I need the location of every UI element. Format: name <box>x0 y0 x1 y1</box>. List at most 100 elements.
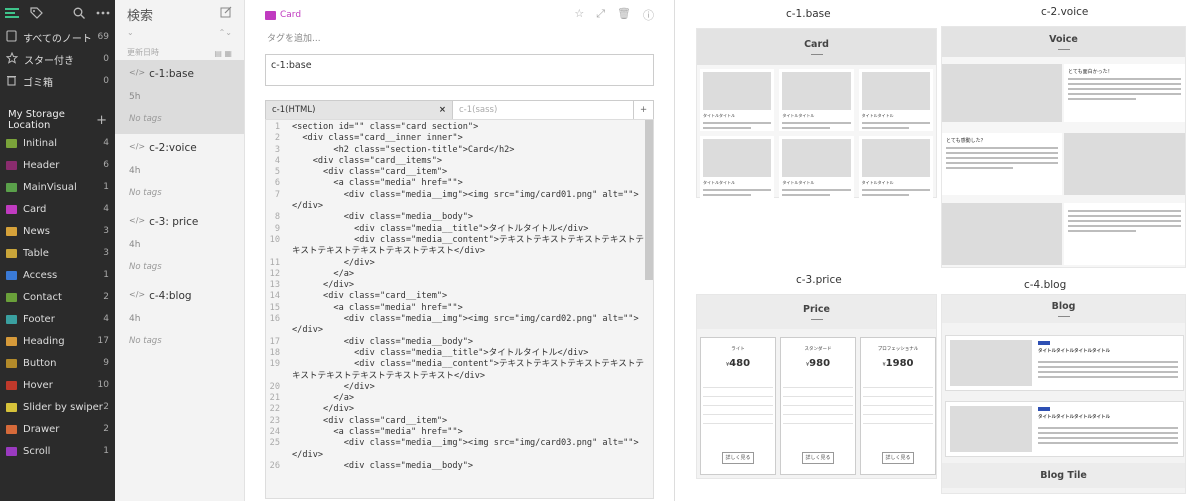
close-icon[interactable]: × <box>439 105 446 115</box>
folder-item[interactable]: Footer 4 <box>0 308 115 330</box>
card-item[interactable]: タイトルタイトル <box>779 69 854 131</box>
code-scrollbar[interactable] <box>645 120 653 280</box>
folder-item[interactable]: News 3 <box>0 220 115 242</box>
tab-sass[interactable]: c-1(sass) <box>453 101 633 119</box>
folder-label: Heading <box>23 335 65 347</box>
note-item[interactable]: </> c-3: price 4h No tags <box>115 208 244 282</box>
new-note-icon[interactable] <box>220 6 232 22</box>
card-item[interactable]: タイトルタイトル <box>779 136 854 198</box>
plan-detail-button[interactable]: 詳しく見る <box>802 452 834 464</box>
tag-input[interactable]: タグを追加... <box>245 30 674 48</box>
search-label[interactable]: 検索 <box>127 5 153 24</box>
folder-item[interactable]: Card 4 <box>0 198 115 220</box>
folder-item[interactable]: Access 1 <box>0 264 115 286</box>
sort-label[interactable]: 更新日時 <box>127 47 159 58</box>
voice-text-3 <box>1064 203 1185 265</box>
code-line: 18 <div class="media__title">タイトルタイトル</d… <box>266 348 653 359</box>
tab-sass-label: c-1(sass) <box>459 105 498 115</box>
folder-item[interactable]: Table 3 <box>0 242 115 264</box>
blog-image-1 <box>950 340 1032 386</box>
code-text: </div> <box>292 325 324 336</box>
folder-item[interactable]: Heading 17 <box>0 330 115 352</box>
code-text: <div class="media__content">テキストテキストテキスト… <box>292 234 645 245</box>
tab-html[interactable]: c-1(HTML) × <box>266 101 453 119</box>
folder-item[interactable]: Initinal 4 <box>0 132 115 154</box>
line-number: 3 <box>274 144 280 155</box>
note-title: c-1:base <box>149 68 194 80</box>
note-item[interactable]: </> c-4:blog 4h No tags <box>115 282 244 356</box>
trash-icon <box>6 74 17 89</box>
chevron-down-icon[interactable]: ⌄ <box>127 28 134 38</box>
code-line: 25 <div class="media__img"><img src="img… <box>266 438 653 449</box>
card-item-title: タイトルタイトル <box>782 180 815 185</box>
tag-icon[interactable] <box>28 5 44 21</box>
folder-item[interactable]: Button 9 <box>0 352 115 374</box>
folder-item[interactable]: Slider by swiper 2 <box>0 396 115 418</box>
plan-feature-row <box>863 388 933 397</box>
code-line: 21 </a> <box>266 393 653 404</box>
code-editor[interactable]: 1 <section id="" class="card section"> 2 <… <box>265 119 654 499</box>
sidebar-nav-item[interactable]: ゴミ箱 0 <box>0 70 115 92</box>
fullscreen-icon[interactable]: ⤢ <box>596 7 605 23</box>
note-item[interactable]: </> c-2:voice 4h No tags <box>115 134 244 208</box>
code-line: 22 </div> <box>266 404 653 415</box>
note-tags: No tags <box>129 188 162 198</box>
plan-feature-row <box>703 406 773 415</box>
star-icon[interactable]: ☆ <box>574 7 584 23</box>
info-icon[interactable]: ⓘ <box>643 7 654 23</box>
menu-icon[interactable] <box>4 5 20 21</box>
voice-heading-text: Voice <box>1049 34 1078 45</box>
plan-feature-row <box>783 406 853 415</box>
sidebar: すべてのノート 69 スター付き 0 ゴミ箱 0 My Storage Location … <box>0 0 115 501</box>
view-toggle-icon[interactable]: ▤ ▦ <box>214 49 232 58</box>
add-tab-button[interactable]: + <box>633 101 653 119</box>
line-number: 21 <box>269 393 280 404</box>
sidebar-nav: すべてのノート 69 スター付き 0 ゴミ箱 0 <box>0 26 115 92</box>
card-item[interactable]: タイトルタイトル <box>858 136 933 198</box>
price-heading: Price <box>697 295 936 329</box>
trash-icon[interactable]: 🗑 <box>617 7 631 23</box>
code-lines: 1 <section id="" class="card section"> 2 <… <box>266 120 653 472</box>
card-item[interactable]: タイトルタイトル <box>700 69 775 131</box>
folder-item[interactable]: Hover 10 <box>0 374 115 396</box>
note-folder[interactable]: Card <box>265 10 301 20</box>
preview-panel: c-1.base c-2.voice c-3.price c-4.blog Ca… <box>676 0 1200 501</box>
code-text: <div class="media__img"><img src="img/ca… <box>292 314 639 325</box>
add-folder-icon[interactable]: + <box>96 113 107 128</box>
search-icon[interactable] <box>71 5 87 21</box>
plan-detail-button[interactable]: 詳しく見る <box>722 452 754 464</box>
note-title: c-3: price <box>149 216 199 228</box>
card-item[interactable]: タイトルタイトル <box>858 69 933 131</box>
blog-item-1[interactable]: タイトルタイトルタイトルタイトル <box>945 335 1184 391</box>
card-item[interactable]: タイトルタイトル <box>700 136 775 198</box>
folder-icon <box>6 204 17 214</box>
folder-count: 2 <box>103 292 109 302</box>
voice-image-3 <box>942 203 1062 265</box>
note-tags: No tags <box>129 336 162 346</box>
code-text: <a class="media" href=""> <box>292 302 463 313</box>
folder-item[interactable]: Drawer 2 <box>0 418 115 440</box>
folder-item[interactable]: Scroll 1 <box>0 440 115 462</box>
folder-item[interactable]: Contact 2 <box>0 286 115 308</box>
note-time: 4h <box>129 166 141 176</box>
folder-item[interactable]: MainVisual 1 <box>0 176 115 198</box>
storage-section-header[interactable]: My Storage Location + <box>0 108 115 132</box>
code-text: </div> <box>292 381 375 392</box>
more-icon[interactable] <box>95 5 111 21</box>
blog-item-2[interactable]: タイトルタイトルタイトルタイトル <box>945 401 1184 457</box>
sidebar-nav-item[interactable]: すべてのノート 69 <box>0 26 115 48</box>
folder-label: Header <box>23 159 60 171</box>
code-text: </a> <box>292 393 355 404</box>
notes-icon <box>6 29 17 45</box>
sort-arrows-icon[interactable]: ⌃⌄ <box>219 28 232 38</box>
note-title-field[interactable]: c-1:base <box>265 54 654 86</box>
plan-feature-row <box>783 397 853 406</box>
sidebar-nav-item[interactable]: スター付き 0 <box>0 48 115 70</box>
sidebar-nav-label: すべてのノート <box>23 33 92 45</box>
voice-heading: Voice <box>942 27 1185 57</box>
folder-icon <box>6 226 17 236</box>
plan-detail-button[interactable]: 詳しく見る <box>882 452 914 464</box>
note-item[interactable]: </> c-1:base 5h No tags <box>115 60 244 134</box>
line-number: 25 <box>269 438 280 449</box>
folder-item[interactable]: Header 6 <box>0 154 115 176</box>
